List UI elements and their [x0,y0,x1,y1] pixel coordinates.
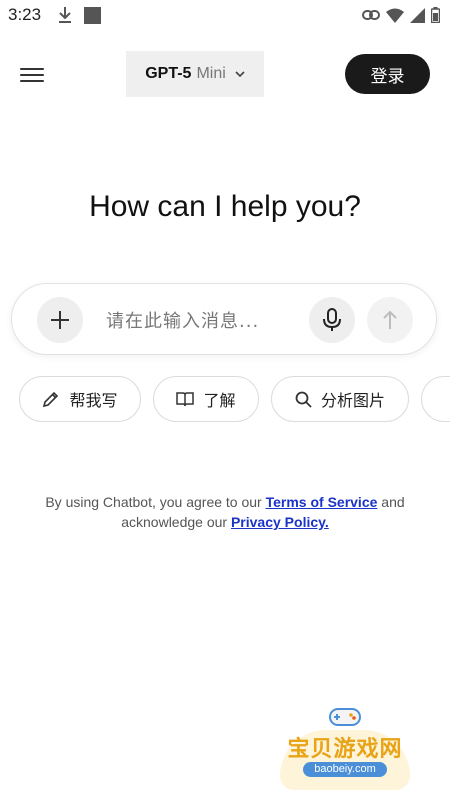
chip-label: 分析图片 [320,391,385,410]
privacy-policy-link[interactable]: Privacy Policy. [231,514,329,530]
microphone-icon [323,308,341,331]
model-selector[interactable]: GPT-5 Mini [126,51,264,97]
gamepad-icon [329,708,361,726]
watermark-url: baobeiy.com [303,762,387,777]
status-bar: 3:23 [0,0,450,30]
chip-learn[interactable]: 了解 [153,376,259,422]
login-button[interactable]: 登录 [345,54,430,94]
book-icon [176,392,195,407]
add-attachment-button[interactable] [37,297,83,343]
chevron-down-icon [235,70,245,77]
hamburger-menu-icon [20,68,44,70]
chip-more[interactable] [421,376,450,422]
model-name: GPT-5 [145,65,192,82]
search-icon [295,391,312,408]
chip-analyze-image[interactable]: 分析图片 [271,376,409,422]
page-title: How can I help you? [89,190,361,223]
menu-button[interactable] [20,64,44,86]
link-icon [362,10,380,20]
message-composer [11,283,437,355]
battery-icon [431,7,440,23]
suggestion-chips: 帮我写 了解 分析图片 [0,376,450,424]
chip-label: 帮我写 [69,391,118,410]
pencil-icon [43,391,59,408]
message-input[interactable] [104,306,298,336]
plus-icon [51,311,69,329]
watermark-logo: 宝贝游戏网 baobeiy.com [270,700,420,790]
wifi-icon [386,8,404,23]
chip-help-write[interactable]: 帮我写 [19,376,141,422]
watermark-title: 宝贝游戏网 [287,737,403,762]
voice-input-button[interactable] [309,297,355,343]
model-variant: Mini [196,65,226,82]
signal-icon [410,7,425,23]
terms-of-service-link[interactable]: Terms of Service [266,494,378,510]
status-time: 3:23 [8,5,42,24]
arrow-up-icon [383,310,397,329]
terms-notice: By using Chatbot, you agree to our Terms… [45,494,405,530]
send-button[interactable] [367,297,413,343]
chip-label: 了解 [203,391,236,410]
download-icon [59,7,71,23]
app-square-icon [84,7,101,24]
